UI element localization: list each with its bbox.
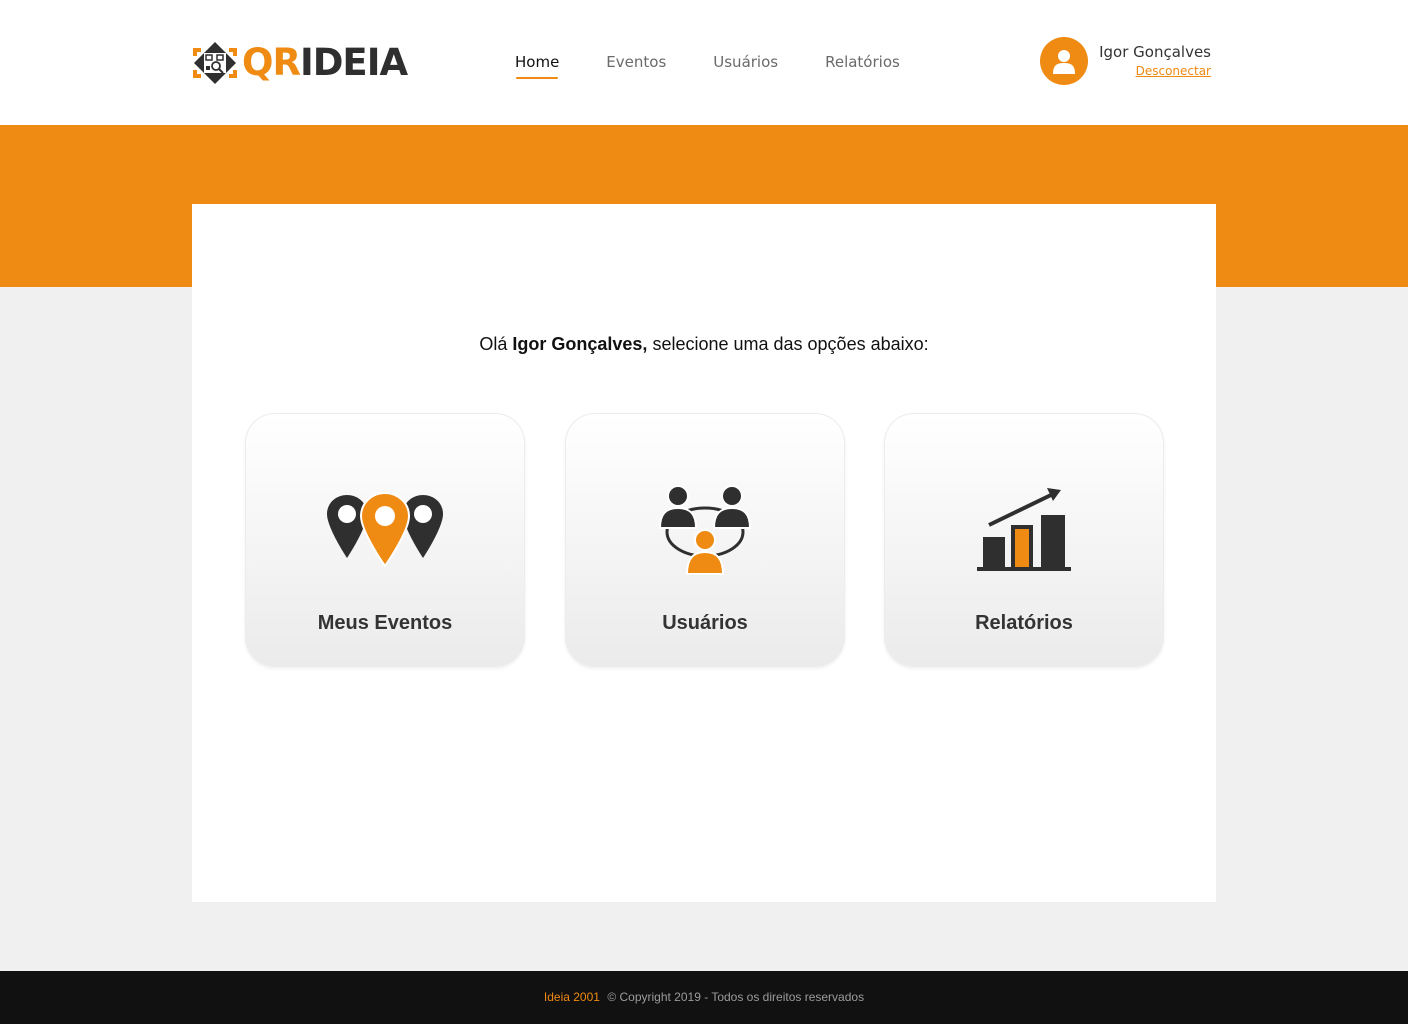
user-menu: Igor Gonçalves Desconectar [1040, 37, 1211, 85]
bar-chart-growth-icon [977, 488, 1071, 571]
card-meus-eventos[interactable]: Meus Eventos [245, 413, 525, 667]
card-relatorios[interactable]: Relatórios [884, 413, 1164, 667]
main-nav: Home Eventos Usuários Relatórios [515, 52, 947, 82]
user-name: Igor Gonçalves [1099, 43, 1211, 61]
user-icon [1053, 50, 1076, 74]
avatar[interactable] [1040, 37, 1089, 85]
card-label: Relatórios [975, 612, 1073, 634]
greeting-name: Igor Gonçalves, [512, 334, 648, 354]
logo-qr-text: QR [242, 41, 301, 84]
card-label: Usuários [662, 612, 748, 634]
greeting-text: Olá Igor Gonçalves, selecione uma das op… [192, 334, 1216, 355]
user-info: Igor Gonçalves Desconectar [1099, 42, 1211, 80]
qrideia-logo[interactable]: QRIDEIA [192, 40, 408, 86]
nav-item-relatorios[interactable]: Relatórios [825, 52, 900, 80]
footer-brand: Ideia 2001 [543, 990, 600, 1004]
site-header: QRIDEIA Home Eventos Usuários Relatórios… [0, 0, 1408, 125]
greeting-suffix: selecione uma das opções abaixo: [647, 334, 929, 354]
card-label: Meus Eventos [317, 612, 453, 634]
nav-item-usuarios[interactable]: Usuários [713, 52, 778, 80]
logo-wordmark: QRIDEIA [242, 40, 408, 86]
map-pins-icon [327, 492, 443, 568]
logout-link[interactable]: Desconectar [1136, 62, 1211, 80]
greeting-prefix: Olá [479, 334, 513, 354]
site-footer: Ideia 2001 © Copyright 2019 - Todos os d… [0, 971, 1408, 1024]
nav-item-home[interactable]: Home [515, 52, 559, 80]
logo-ideia-text: IDEIA [299, 41, 408, 84]
nav-item-eventos[interactable]: Eventos [606, 52, 666, 80]
users-network-icon [659, 485, 751, 575]
main-panel: Olá Igor Gonçalves, selecione uma das op… [192, 204, 1216, 902]
qr-logo-icon [193, 42, 237, 84]
footer-copyright: © Copyright 2019 - Todos os direitos res… [607, 990, 865, 1004]
card-usuarios[interactable]: Usuários [565, 413, 845, 667]
